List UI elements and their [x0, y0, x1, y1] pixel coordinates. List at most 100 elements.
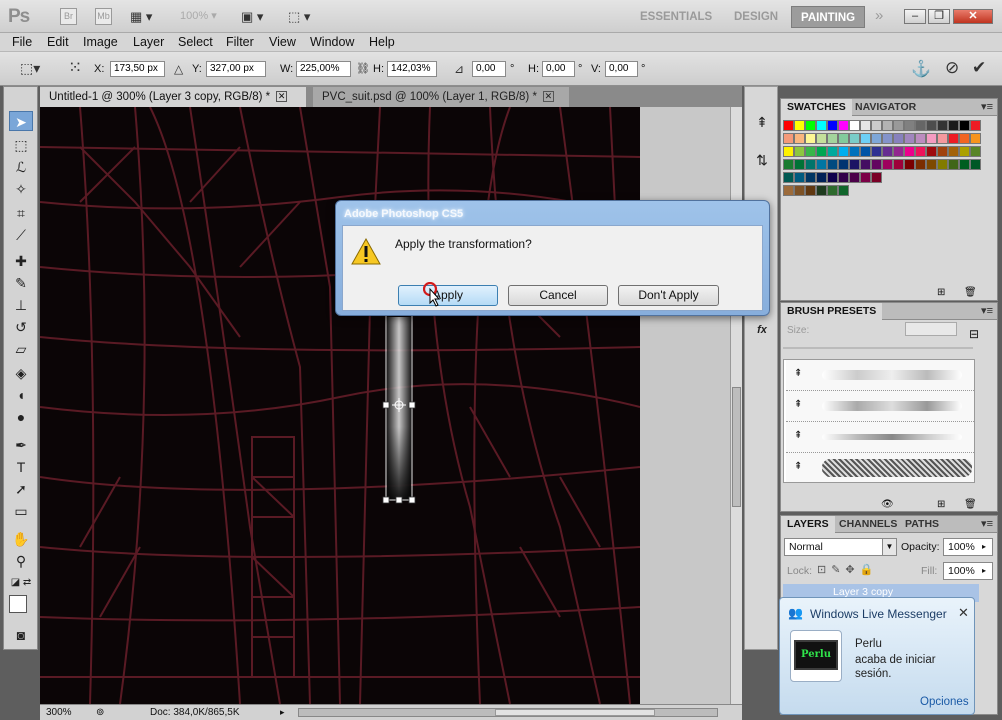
- quick-mask-icon[interactable]: ◙: [9, 625, 33, 645]
- color-swatch[interactable]: [816, 146, 827, 157]
- relative-position-icon[interactable]: △: [174, 62, 183, 76]
- spot-healing-tool-icon[interactable]: ✚: [9, 251, 33, 271]
- horizontal-scrollbar[interactable]: [298, 708, 718, 717]
- color-swatch[interactable]: [849, 172, 860, 183]
- document-canvas[interactable]: [40, 107, 640, 704]
- lasso-tool-icon[interactable]: ℒ: [9, 157, 33, 177]
- canvas-area[interactable]: [40, 107, 742, 704]
- create-brush-icon[interactable]: ⊟: [969, 327, 979, 341]
- new-swatch-icon[interactable]: ⊞: [937, 287, 945, 298]
- zoom-percentage-field[interactable]: 300%: [46, 707, 72, 718]
- tab-navigator[interactable]: NAVIGATOR: [849, 99, 922, 116]
- color-swatch[interactable]: [827, 159, 838, 170]
- brush-preset-item[interactable]: ⇞: [786, 422, 974, 453]
- close-notification-icon[interactable]: ✕: [958, 605, 969, 621]
- paint-bucket-tool-icon[interactable]: ◈: [9, 363, 33, 383]
- color-swatch[interactable]: [915, 146, 926, 157]
- brush-panel-icon[interactable]: ⇞: [750, 111, 774, 133]
- color-swatch[interactable]: [827, 172, 838, 183]
- tab-paths[interactable]: PATHS: [899, 516, 945, 533]
- panel-menu-icon[interactable]: ▾≡: [981, 304, 993, 317]
- color-swatch[interactable]: [783, 146, 794, 157]
- color-swatch[interactable]: [871, 172, 882, 183]
- brush-preset-item[interactable]: ⇞: [786, 360, 974, 391]
- delete-swatch-icon[interactable]: 🗑: [964, 287, 977, 298]
- color-swatch[interactable]: [915, 133, 926, 144]
- color-swatch[interactable]: [805, 146, 816, 157]
- color-swatch[interactable]: [871, 133, 882, 144]
- brush-list[interactable]: ⇞ ⇞ ⇞ ⇞: [783, 359, 975, 483]
- x-position-field[interactable]: 173,50 px: [110, 61, 165, 77]
- rotate-angle-field[interactable]: 0,00: [472, 61, 506, 77]
- new-brush-icon[interactable]: ⊞: [937, 499, 945, 510]
- color-swatch[interactable]: [959, 159, 970, 170]
- extras-dropdown[interactable]: ▦ ▾: [130, 9, 152, 25]
- workspace-painting[interactable]: PAINTING: [791, 6, 866, 28]
- color-swatch[interactable]: [860, 133, 871, 144]
- tab-brush-presets[interactable]: BRUSH PRESETS: [781, 303, 883, 320]
- transform-tool-preset-icon[interactable]: ⬚▾: [20, 60, 40, 77]
- y-position-field[interactable]: 327,00 px: [206, 61, 266, 77]
- clone-stamp-tool-icon[interactable]: ⊥: [9, 295, 33, 315]
- color-swatch[interactable]: [915, 159, 926, 170]
- color-swatch[interactable]: [816, 159, 827, 170]
- color-swatch[interactable]: [937, 133, 948, 144]
- color-swatch[interactable]: [827, 146, 838, 157]
- color-swatch[interactable]: [783, 120, 794, 131]
- color-swatch[interactable]: [926, 133, 937, 144]
- blur-tool-icon[interactable]: ◖: [9, 385, 33, 405]
- color-swatch[interactable]: [948, 146, 959, 157]
- foreground-color-swatch[interactable]: [9, 595, 27, 613]
- color-swatch[interactable]: [937, 120, 948, 131]
- color-swatch[interactable]: [805, 159, 816, 170]
- menu-help[interactable]: Help: [369, 35, 395, 49]
- color-swatch[interactable]: [904, 146, 915, 157]
- color-swatch[interactable]: [959, 133, 970, 144]
- color-swatch[interactable]: [959, 120, 970, 131]
- menu-layer[interactable]: Layer: [133, 35, 164, 49]
- color-swatch[interactable]: [783, 133, 794, 144]
- color-swatch[interactable]: [838, 185, 849, 196]
- options-link[interactable]: Opciones: [920, 696, 969, 708]
- size-slider-field[interactable]: [905, 322, 957, 336]
- color-swatch[interactable]: [904, 133, 915, 144]
- color-swatch[interactable]: [860, 120, 871, 131]
- color-swatch[interactable]: [959, 146, 970, 157]
- reference-point-icon[interactable]: ⁙: [68, 58, 82, 78]
- color-swatch[interactable]: [893, 120, 904, 131]
- panel-menu-icon[interactable]: ▾≡: [981, 517, 993, 530]
- color-swatch[interactable]: [794, 133, 805, 144]
- link-proportions-icon[interactable]: ⛓: [356, 62, 370, 75]
- menu-select[interactable]: Select: [178, 35, 213, 49]
- opacity-field[interactable]: 100% ▸: [943, 538, 993, 556]
- color-swatch[interactable]: [849, 159, 860, 170]
- dont-apply-button[interactable]: Don't Apply: [618, 285, 719, 306]
- color-swatch[interactable]: [926, 120, 937, 131]
- messenger-notification[interactable]: 👥 Windows Live Messenger ✕ Perlu Perlu a…: [779, 597, 975, 715]
- color-swatch[interactable]: [805, 172, 816, 183]
- scrollbar-thumb[interactable]: [732, 387, 741, 507]
- color-swatch[interactable]: [860, 146, 871, 157]
- panel-menu-icon[interactable]: ▾≡: [981, 100, 993, 113]
- clone-source-panel-icon[interactable]: ⇅: [750, 149, 774, 171]
- width-scale-field[interactable]: 225,00%: [296, 61, 351, 77]
- color-swatch[interactable]: [860, 172, 871, 183]
- brush-preset-item[interactable]: ⇞: [786, 391, 974, 422]
- color-swatch[interactable]: [783, 185, 794, 196]
- color-swatch[interactable]: [926, 159, 937, 170]
- color-swatch[interactable]: [893, 159, 904, 170]
- color-swatch[interactable]: [816, 185, 827, 196]
- dodge-tool-icon[interactable]: ●: [9, 407, 33, 427]
- color-swatch[interactable]: [948, 120, 959, 131]
- warp-mode-icon[interactable]: ⚓: [911, 59, 931, 79]
- vertical-skew-field[interactable]: 0,00: [605, 61, 638, 77]
- height-scale-field[interactable]: 142,03%: [387, 61, 437, 77]
- scrollbar-thumb[interactable]: [495, 709, 655, 716]
- menu-edit[interactable]: Edit: [47, 35, 69, 49]
- menu-file[interactable]: File: [12, 35, 32, 49]
- color-swatch[interactable]: [783, 172, 794, 183]
- color-swatch[interactable]: [838, 159, 849, 170]
- color-swatch[interactable]: [871, 159, 882, 170]
- color-swatch[interactable]: [816, 133, 827, 144]
- tab-swatches[interactable]: SWATCHES: [781, 99, 852, 116]
